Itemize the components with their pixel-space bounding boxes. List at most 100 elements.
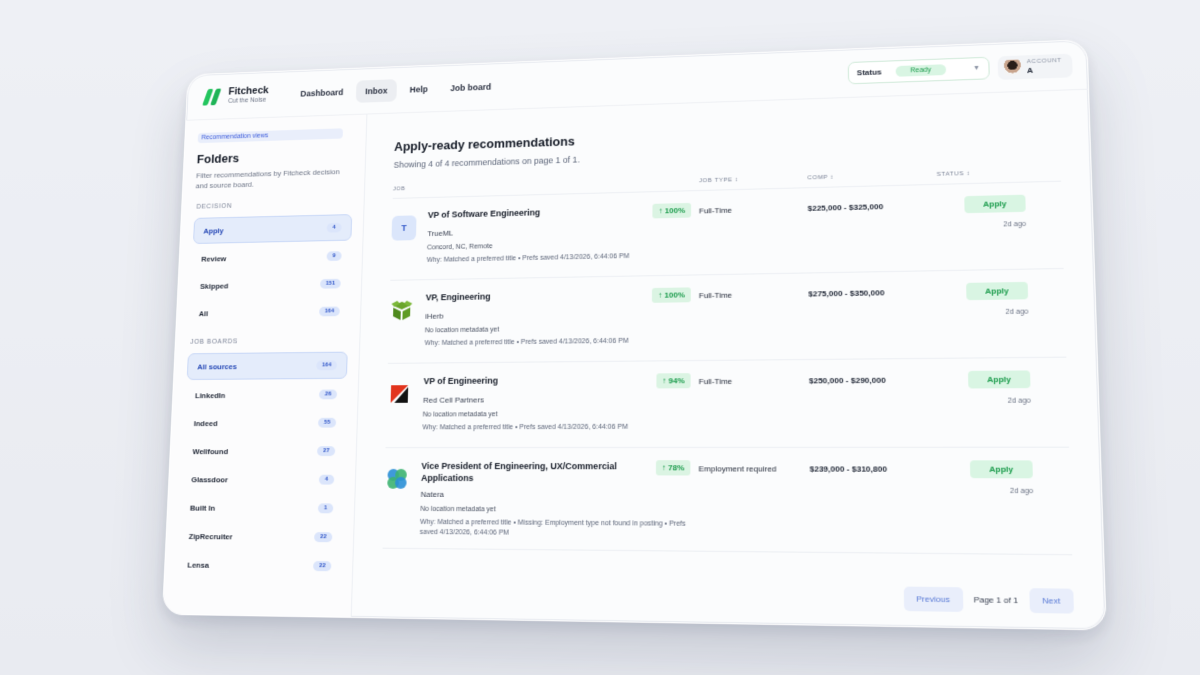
- folders-subtitle: Filter recommendations by Fitcheck decis…: [195, 167, 340, 191]
- nav-dashboard[interactable]: Dashboard: [291, 80, 353, 104]
- count-badge: 55: [318, 417, 337, 428]
- match-score-badge: ↑ 100%: [652, 287, 691, 303]
- page-indicator: Page 1 of 1: [973, 594, 1019, 606]
- sidebar-item-all-sources[interactable]: All sources 164: [186, 351, 348, 381]
- sidebar-item-label: LinkedIn: [194, 390, 226, 400]
- column-comp[interactable]: COMP ↕: [807, 172, 936, 182]
- next-page-button[interactable]: Next: [1028, 588, 1075, 614]
- sidebar-item-label: ZipRecruiter: [188, 531, 233, 541]
- table-row[interactable]: Vice President of Engineering, UX/Commer…: [382, 447, 1073, 556]
- sidebar-item-apply[interactable]: Apply 4: [192, 214, 353, 245]
- sidebar-item-label: All sources: [197, 361, 238, 371]
- count-badge: 9: [326, 251, 342, 261]
- nav-help[interactable]: Help: [400, 77, 437, 101]
- count-badge: 4: [326, 222, 342, 233]
- match-reason: Why: Matched a preferred title • Prefs s…: [426, 253, 630, 264]
- count-badge: 4: [318, 474, 335, 485]
- job-location: Concord, NC, Remote: [426, 243, 493, 252]
- blue-green-circles-logo-icon: [384, 466, 410, 492]
- table-row[interactable]: T VP of Software Engineering ↑ 100% True…: [390, 181, 1064, 281]
- sidebar-item-label: Built In: [189, 503, 216, 513]
- status-select[interactable]: Status Ready ▼: [847, 56, 990, 85]
- table-row[interactable]: VP, Engineering ↑ 100% iHerb No location…: [387, 268, 1067, 364]
- sidebar-item-review[interactable]: Review 9: [192, 243, 351, 271]
- company-name: Red Cell Partners: [422, 395, 485, 405]
- avatar: [1003, 58, 1021, 76]
- sidebar-item-label: Indeed: [193, 418, 218, 428]
- match-score-badge: ↑ 78%: [655, 460, 691, 476]
- sidebar-item-lensa[interactable]: Lensa 22: [178, 552, 342, 580]
- job-boards-section-label: JOB BOARDS: [190, 338, 238, 346]
- sidebar-item-label: Review: [201, 254, 227, 263]
- count-badge: 26: [319, 389, 338, 400]
- job-title[interactable]: Vice President of Engineering, UX/Commer…: [421, 460, 618, 484]
- nav-job-board[interactable]: Job board: [441, 75, 501, 100]
- job-location: No location metadata yet: [424, 326, 500, 335]
- column-status[interactable]: STATUS ↕: [937, 169, 1032, 178]
- brand[interactable]: Fitcheck Cut the Noise: [202, 84, 290, 107]
- posted-ago: 2d ago: [1005, 308, 1029, 316]
- pagination: Previous Page 1 of 1 Next: [903, 586, 1075, 614]
- green-box-logo-icon: [389, 298, 414, 323]
- table-row[interactable]: VP of Engineering ↑ 94% Red Cell Partner…: [385, 357, 1070, 449]
- count-badge: 22: [314, 532, 333, 543]
- apply-button[interactable]: Apply: [969, 460, 1033, 479]
- sidebar-item-glassdoor[interactable]: Glassdoor 4: [182, 467, 344, 493]
- account-label: ACCOUNT: [1026, 57, 1062, 65]
- app-name: Fitcheck: [228, 84, 269, 97]
- job-type: Full-Time: [698, 290, 733, 301]
- sidebar-item-built-in[interactable]: Built In 1: [180, 495, 343, 522]
- company-name: TrueML: [427, 228, 454, 238]
- count-badge: 1: [317, 503, 334, 514]
- letter-t-logo-icon: T: [391, 215, 417, 241]
- previous-page-button[interactable]: Previous: [903, 586, 963, 612]
- company-name: Natera: [420, 489, 445, 499]
- main-nav: Dashboard Inbox Help Job board: [291, 75, 501, 105]
- job-type: Full-Time: [698, 376, 733, 387]
- compensation: $250,000 - $290,000: [808, 375, 886, 386]
- compensation: $239,000 - $310,800: [809, 464, 888, 474]
- sidebar-item-label: All: [198, 308, 209, 318]
- sidebar-item-indeed[interactable]: Indeed 55: [184, 410, 346, 436]
- chevron-down-icon: ▼: [972, 64, 981, 73]
- sidebar-item-wellfound[interactable]: Wellfound 27: [183, 438, 345, 464]
- apply-button[interactable]: Apply: [967, 370, 1031, 389]
- status-value-badge: Ready: [895, 64, 946, 77]
- count-badge: 22: [313, 561, 332, 572]
- sidebar-item-linkedin[interactable]: LinkedIn 26: [185, 382, 346, 408]
- column-job-type[interactable]: JOB TYPE ↕: [699, 175, 807, 184]
- count-badge: 27: [317, 446, 336, 457]
- apply-button[interactable]: Apply: [963, 194, 1026, 214]
- sidebar-item-skipped[interactable]: Skipped 151: [190, 271, 350, 298]
- app-tagline: Cut the Noise: [227, 96, 267, 105]
- sidebar-item-label: Wellfound: [192, 446, 229, 456]
- sidebar-item-label: Apply: [203, 226, 224, 235]
- decision-section-label: DECISION: [196, 203, 233, 211]
- match-reason: Why: Matched a preferred title • Missing…: [419, 518, 686, 537]
- job-type: Employment required: [698, 464, 777, 474]
- main-content: Apply-ready recommendations Showing 4 of…: [352, 90, 1106, 631]
- job-title[interactable]: VP of Software Engineering: [428, 205, 620, 221]
- red-black-triangle-logo-icon: [387, 381, 412, 407]
- sidebar-item-ziprecruiter[interactable]: ZipRecruiter 22: [179, 523, 342, 550]
- status-label: Status: [856, 67, 882, 78]
- sidebar: Recommendation views Folders Filter reco…: [162, 114, 368, 619]
- sidebar-item-label: Skipped: [199, 281, 229, 291]
- count-badge: 164: [316, 360, 338, 371]
- compensation: $225,000 - $325,000: [807, 202, 884, 213]
- apply-button[interactable]: Apply: [965, 281, 1029, 301]
- count-badge: 151: [319, 278, 341, 289]
- nav-inbox[interactable]: Inbox: [355, 78, 398, 103]
- job-title[interactable]: VP of Engineering: [423, 374, 618, 387]
- posted-ago: 2d ago: [1003, 220, 1027, 229]
- recommendation-views-label: Recommendation views: [197, 128, 344, 144]
- job-title[interactable]: VP, Engineering: [426, 289, 620, 304]
- compensation: $275,000 - $350,000: [808, 288, 885, 299]
- account-menu[interactable]: ACCOUNT A: [997, 53, 1073, 80]
- sidebar-item-all[interactable]: All 164: [189, 299, 349, 326]
- match-reason: Why: Matched a preferred title • Prefs s…: [422, 423, 628, 432]
- posted-ago: 2d ago: [1009, 487, 1034, 496]
- job-location: No location metadata yet: [422, 411, 498, 419]
- match-score-badge: ↑ 100%: [652, 202, 692, 219]
- match-score-badge: ↑ 94%: [656, 373, 691, 389]
